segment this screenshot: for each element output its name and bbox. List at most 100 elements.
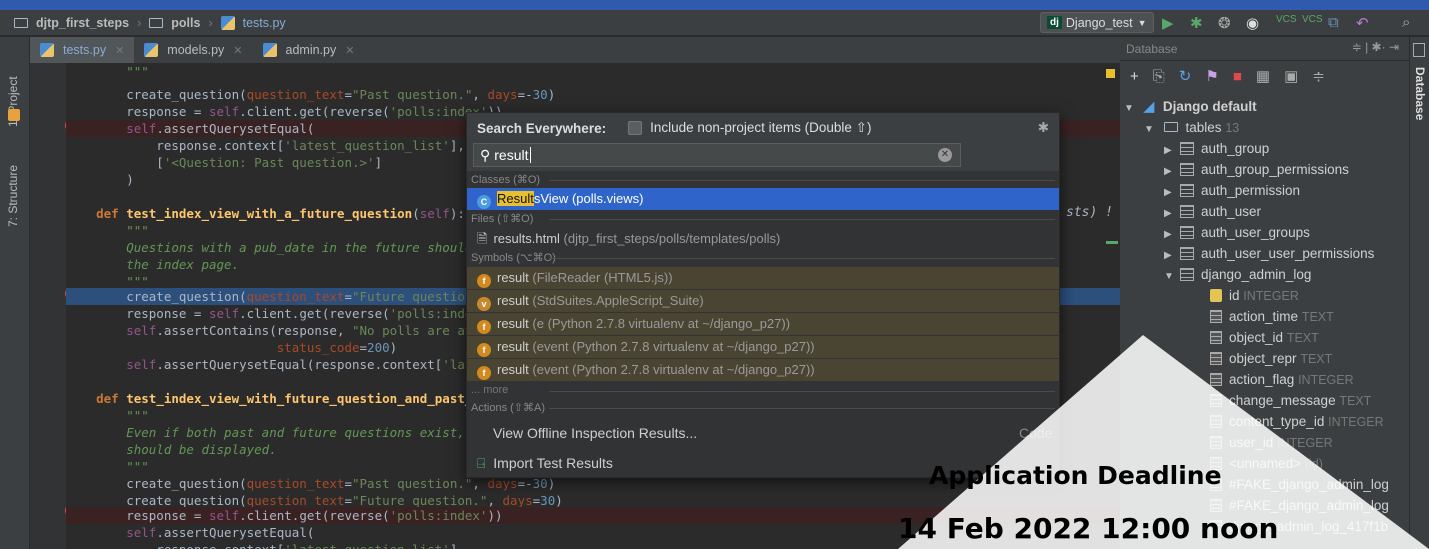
result-name: result [497, 270, 529, 285]
copy-icon[interactable]: ⎘ [1153, 68, 1165, 85]
table-label: auth_user [1201, 204, 1262, 219]
result-match: Result [497, 191, 534, 206]
include-non-project-checkbox[interactable] [628, 121, 643, 135]
import-icon: ⍈ [477, 455, 486, 471]
close-icon[interactable]: ✕ [233, 44, 242, 57]
run-icon[interactable]: ▶ [1162, 14, 1174, 32]
result-name: result [497, 293, 529, 308]
function-icon: f [477, 320, 491, 334]
column-icon [1210, 310, 1222, 323]
expand-icon: ▼ [1124, 103, 1134, 114]
python-file-icon [262, 43, 277, 57]
refresh-icon[interactable]: ↻ [1179, 67, 1192, 85]
column-name: action_time [1229, 309, 1299, 324]
structure-tool-tab[interactable]: 7: Structure [6, 165, 20, 227]
result-symbol[interactable]: f result (e (Python 2.7.8 virtualenv at ~… [467, 313, 1059, 335]
tab-label: tests.py [63, 43, 107, 57]
warning-marker[interactable] [1106, 69, 1115, 78]
column-node[interactable]: action_time TEXT [1210, 306, 1334, 327]
console-icon[interactable]: ▣ [1284, 67, 1298, 85]
table-node[interactable]: ▶ auth_user_user_permissions [1164, 243, 1374, 264]
result-name: result [497, 339, 529, 354]
revert-icon[interactable]: ↶ [1356, 14, 1369, 32]
table-icon [1180, 247, 1194, 260]
chevron-right-icon: › [208, 15, 213, 30]
table-icon[interactable]: ▦ [1256, 67, 1270, 85]
collapse-icon[interactable]: ≑ [1312, 67, 1325, 85]
result-file[interactable]: 🗎 results.html (djtp_first_steps/polls/te… [467, 228, 1059, 250]
table-node[interactable]: ▶ auth_group_permissions [1164, 159, 1349, 180]
section-files: Files (⇧⌘O) [467, 212, 1059, 226]
column-node[interactable]: id INTEGER [1210, 285, 1299, 306]
tab-models[interactable]: models.py ✕ [134, 37, 252, 63]
gear-icon[interactable]: ✱ [1038, 120, 1049, 136]
result-name: result [497, 316, 529, 331]
tab-label: admin.py [285, 43, 337, 57]
column-type: TEXT [1301, 310, 1334, 324]
structure-icon[interactable]: ⧉ [1328, 14, 1339, 31]
close-icon[interactable]: ✕ [345, 44, 354, 57]
table-label: django_admin_log [1201, 267, 1312, 282]
search-input[interactable]: ⚲ result ✕ [473, 143, 961, 167]
collapsed-icon: ▶ [1164, 208, 1172, 219]
vcs-update-icon[interactable]: VCS [1276, 14, 1297, 25]
breadcrumb-folder[interactable]: polls [171, 16, 200, 30]
database-tool-tab[interactable]: Database [1413, 67, 1427, 120]
coverage-icon[interactable]: ❂ [1218, 14, 1231, 32]
watermark-line1: Application Deadline [929, 461, 1222, 490]
table-label: auth_user_user_permissions [1201, 246, 1375, 261]
table-label: auth_user_groups [1201, 225, 1310, 240]
class-icon: C [477, 195, 491, 209]
table-node[interactable]: ▶ auth_user_groups [1164, 222, 1310, 243]
function-icon: f [477, 274, 491, 288]
watermark-line2: 14 Feb 2022 12:00 noon [898, 512, 1279, 545]
breadcrumb-file[interactable]: tests.py [243, 16, 286, 30]
vcs-commit-icon[interactable]: VCS [1302, 14, 1323, 25]
filter-icon[interactable]: ⚑ [1205, 67, 1218, 85]
function-icon: f [477, 343, 491, 357]
table-node[interactable]: ▶ auth_group [1164, 138, 1269, 159]
editor-gutter[interactable] [30, 63, 97, 549]
table-node[interactable]: ▶ auth_user [1164, 201, 1261, 222]
result-name: results.html [493, 231, 560, 246]
section-symbols: Symbols (⌥⌘O) [467, 251, 1059, 265]
debug-icon[interactable]: ✱ [1190, 14, 1203, 32]
add-icon[interactable]: + [1130, 68, 1139, 85]
tab-tests[interactable]: tests.py ✕ [30, 37, 135, 63]
stop-icon[interactable]: ■ [1233, 68, 1242, 85]
tables-node[interactable]: ▼ tables 13 [1144, 117, 1239, 138]
result-symbol[interactable]: f result (FileReader (HTML5.js)) [467, 267, 1059, 289]
action-label: View Offline Inspection Results... [493, 425, 698, 441]
table-node[interactable]: ▶ auth_permission [1164, 180, 1300, 201]
result-class[interactable]: C ResultsView (polls.views) [467, 188, 1059, 210]
breadcrumb-project[interactable]: djtp_first_steps [36, 16, 129, 30]
table-label: auth_permission [1201, 183, 1301, 198]
collapsed-icon: ▶ [1164, 166, 1172, 177]
collapsed-icon: ▶ [1164, 229, 1172, 240]
table-node[interactable]: ▼ django_admin_log [1164, 264, 1311, 285]
primary-key-icon [1210, 289, 1222, 302]
title-strip [0, 0, 1429, 10]
tab-admin[interactable]: admin.py ✕ [253, 37, 365, 63]
table-icon [1180, 205, 1194, 218]
profile-icon[interactable]: ◉ [1246, 14, 1259, 32]
result-detail: (djtp_first_steps/polls/templates/polls) [563, 231, 781, 246]
db-root-node[interactable]: ▼ ◢ Django default [1124, 96, 1257, 117]
popup-header: Search Everywhere: Include non-project i… [467, 113, 1059, 143]
db-root-label: Django default [1162, 99, 1257, 114]
folder-icon [149, 17, 164, 28]
collapsed-icon: ▶ [1164, 145, 1172, 156]
folder-icon [14, 17, 28, 28]
change-marker[interactable] [1106, 241, 1118, 244]
close-icon[interactable]: ✕ [115, 44, 124, 57]
result-name: result [497, 362, 529, 377]
table-icon [1180, 163, 1194, 176]
include-non-project-label: Include non-project items (Double ⇧) [650, 120, 872, 135]
clear-icon[interactable]: ✕ [938, 148, 952, 162]
result-symbol[interactable]: v result (StdSuites.AppleScript_Suite) [467, 290, 1059, 312]
project-icon [8, 109, 20, 121]
search-icon[interactable]: ⌕ [1402, 14, 1410, 31]
chevron-right-icon: › [137, 15, 142, 30]
database-panel-header: Database ≑ | ✱· ⇥ [1120, 37, 1409, 61]
run-config-select[interactable]: dj Django_test ▼ [1040, 12, 1154, 33]
